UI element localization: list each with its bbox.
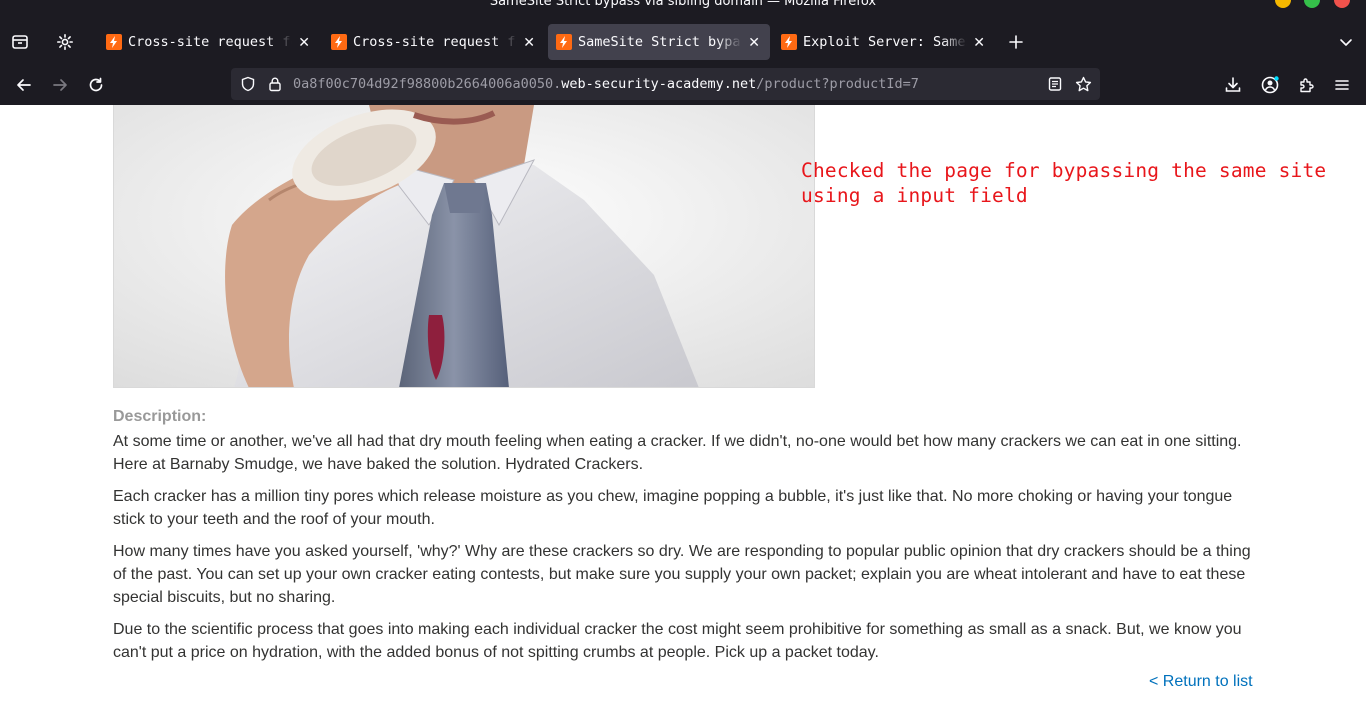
navigation-toolbar: 0a8f00c704d92f98800b2664006a0050.web-sec… [0, 64, 1366, 105]
tab-samesite-strict-active[interactable]: SameSite Strict bypass via sibling domai… [548, 24, 770, 60]
extensions-puzzle-icon[interactable] [1293, 72, 1319, 98]
close-tab-icon[interactable]: ✕ [521, 34, 537, 50]
close-tab-icon[interactable]: ✕ [746, 34, 762, 50]
url-host: web-security-academy.net [561, 76, 757, 92]
address-bar[interactable]: 0a8f00c704d92f98800b2664006a0050.web-sec… [231, 68, 1100, 100]
hamburger-menu-icon[interactable] [1329, 72, 1355, 98]
tab-label: SameSite Strict bypass via sibling domai… [578, 34, 742, 50]
tracking-protection-shield-icon[interactable] [239, 75, 257, 93]
tab-strip: Cross-site request forgery ✕ Cross-site … [0, 20, 1366, 64]
back-arrow-icon[interactable] [11, 72, 37, 98]
gear-icon[interactable] [54, 31, 76, 53]
browser-chrome: SameSite Strict bypass via sibling domai… [0, 0, 1366, 105]
url-path: /product?productId=7 [756, 76, 919, 92]
close-tab-icon[interactable]: ✕ [971, 34, 987, 50]
tab-label: Cross-site request forgery [128, 34, 292, 50]
tab-exploit-server[interactable]: Exploit Server: SameSite Strict bypass ✕ [773, 24, 995, 60]
tab-cross-site-2[interactable]: Cross-site request forgery ✕ [323, 24, 545, 60]
firefox-view-icon[interactable] [9, 31, 31, 53]
return-to-list-link[interactable]: < Return to list [1149, 673, 1253, 691]
reader-view-icon[interactable] [1046, 75, 1064, 93]
reload-icon[interactable] [83, 72, 109, 98]
new-tab-plus-icon[interactable] [1005, 31, 1027, 53]
description-paragraph: How many times have you asked yourself, … [113, 543, 1251, 606]
lock-icon[interactable] [266, 75, 284, 93]
description-label: Description: [113, 408, 207, 425]
close-tab-icon[interactable]: ✕ [296, 34, 312, 50]
url-prefix: 0a8f00c704d92f98800b2664006a0050. [293, 76, 562, 92]
forward-arrow-icon[interactable] [47, 72, 73, 98]
bookmark-star-icon[interactable] [1074, 75, 1092, 93]
lightning-favicon-icon [781, 34, 797, 50]
product-image [113, 105, 815, 388]
tab-label: Cross-site request forgery [353, 34, 517, 50]
description-paragraph: At some time or another, we've all had t… [113, 433, 1242, 473]
annotation-line-1: Checked the page for bypassing the same … [801, 159, 1327, 182]
annotation-line-2: using a input field [801, 184, 1028, 207]
tab-cross-site-1[interactable]: Cross-site request forgery ✕ [98, 24, 320, 60]
list-all-tabs-chevron-down-icon[interactable] [1335, 31, 1357, 53]
description-paragraph: Due to the scientific process that goes … [113, 621, 1242, 661]
handwritten-annotation: Checked the page for bypassing the same … [801, 158, 1341, 208]
description-paragraph: Each cracker has a million tiny pores wh… [113, 488, 1233, 528]
lightning-favicon-icon [556, 34, 572, 50]
product-description: At some time or another, we've all had t… [113, 430, 1263, 673]
downloads-icon[interactable] [1220, 72, 1246, 98]
tab-label: Exploit Server: SameSite Strict bypass [803, 34, 967, 50]
lightning-favicon-icon [331, 34, 347, 50]
lightning-favicon-icon [106, 34, 122, 50]
window-title: SameSite Strict bypass via sibling domai… [489, 0, 877, 9]
window-titlebar: SameSite Strict bypass via sibling domai… [0, 0, 1366, 20]
man-eating-cracker-photo [114, 105, 814, 387]
account-avatar-icon[interactable] [1257, 72, 1283, 98]
url-text[interactable]: 0a8f00c704d92f98800b2664006a0050.web-sec… [293, 76, 919, 92]
